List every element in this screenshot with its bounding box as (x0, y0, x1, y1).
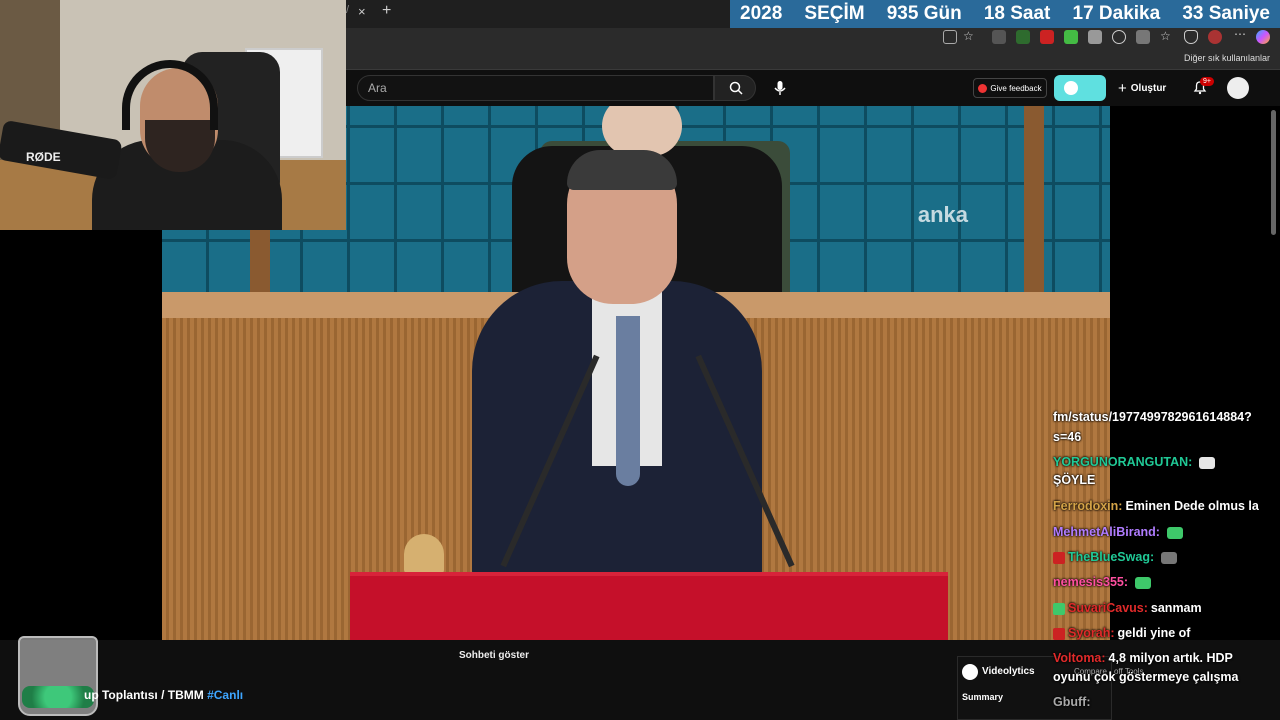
chat-message: MehmetAliBirand: (1053, 525, 1183, 539)
chat-message: TheBlueSwag: (1053, 550, 1178, 564)
extension-icon[interactable] (1064, 30, 1078, 44)
chat-username[interactable]: Voltoma: (1053, 651, 1106, 665)
chat-message: Voltoma: 4,8 milyon artık. HDP (1053, 651, 1233, 665)
chat-message: oyunu çok göstermeye çalışma (1053, 670, 1239, 684)
chat-text: geldi yine of (1117, 626, 1191, 640)
extension-toggle-button[interactable] (1054, 75, 1106, 101)
extension-icon[interactable] (1136, 30, 1150, 44)
countdown-days: 935 Gün (886, 3, 962, 24)
notification-count-badge: 9+ (1200, 77, 1214, 86)
chat-text: sanmam (1150, 601, 1202, 615)
refresh-icon[interactable] (1112, 30, 1126, 44)
chat-message: YORGUNORANGUTAN: (1053, 455, 1216, 469)
videolytics-logo-icon (962, 664, 978, 680)
video-bell (404, 534, 444, 574)
search-placeholder: Ara (368, 81, 387, 95)
extension-icon[interactable] (1040, 30, 1054, 44)
search-button[interactable] (714, 75, 756, 101)
chat-message: Gbuff: (1053, 695, 1093, 709)
countdown-minutes: 17 Dakika (1072, 3, 1161, 24)
copilot-icon[interactable] (1256, 30, 1270, 44)
search-input[interactable] (357, 75, 714, 101)
video-title-text: up Toplantısı / TBMM (84, 688, 208, 702)
plus-icon: + (1118, 80, 1127, 97)
chat-message: fm/status/1977499782961614884? (1053, 410, 1252, 424)
video-watermark: anka (917, 202, 968, 227)
feedback-icon (978, 83, 988, 93)
webcam-mic-brand: RØDE (26, 150, 61, 164)
video-title-hashtag[interactable]: #Canlı (207, 688, 243, 702)
chat-message: s=46 (1053, 430, 1081, 444)
give-feedback-button[interactable]: Give feedback (973, 78, 1047, 98)
video-title: up Toplantısı / TBMM #Canlı (84, 688, 243, 702)
video-background-person-head (602, 106, 682, 156)
chat-username[interactable]: Ferrodoxin: (1053, 499, 1122, 513)
tab-title-fragment: / (346, 4, 350, 16)
avatar[interactable] (1227, 77, 1249, 99)
emote-icon (1135, 576, 1152, 589)
countdown-year: 2028 (740, 3, 783, 24)
toggle-knob (1064, 81, 1078, 95)
election-countdown-banner: 2028 SEÇİM 935 Gün 18 Saat 17 Dakika 33 … (730, 0, 1280, 28)
video-letterbox (0, 230, 162, 640)
create-button[interactable]: + Oluştur (1118, 80, 1166, 97)
emote-icon (1199, 456, 1216, 469)
badge-icon (1053, 627, 1065, 640)
countdown-hours: 18 Saat (983, 3, 1051, 24)
feedback-label: Give feedback (990, 83, 1042, 93)
chat-text: ŞÖYLE (1053, 473, 1096, 487)
create-label: Oluştur (1130, 83, 1167, 94)
emote-icon (1166, 526, 1183, 539)
page-scrollbar[interactable] (1271, 110, 1276, 235)
search-icon (729, 81, 743, 95)
shield-icon[interactable] (1184, 30, 1198, 44)
chat-username[interactable]: TheBlueSwag: (1068, 550, 1154, 564)
chat-message: ŞÖYLE (1053, 473, 1095, 487)
chat-username[interactable]: Gbuff: (1053, 695, 1090, 709)
badge-icon (1053, 551, 1065, 564)
chat-username[interactable]: Syorah: (1068, 626, 1115, 640)
badge-icon (1053, 602, 1065, 615)
chat-username[interactable]: SuvariCavus: (1068, 601, 1148, 615)
chat-text: Eminen Dede olmus la (1125, 499, 1259, 513)
extension-icon[interactable] (1088, 30, 1102, 44)
profile-icon[interactable] (1208, 30, 1222, 44)
videolytics-title: Videolytics (982, 666, 1035, 677)
chat-message: nemesis355: (1053, 575, 1152, 589)
video-pillar (1024, 106, 1044, 296)
video-speaker-tie (616, 316, 640, 486)
chat-text: 4,8 milyon artık. HDP (1108, 651, 1233, 665)
chat-username[interactable]: nemesis355: (1053, 575, 1128, 589)
tab-close-icon[interactable]: × (358, 4, 366, 19)
voice-search-button[interactable] (770, 78, 790, 98)
favorites-icon[interactable]: ☆ (1160, 29, 1174, 43)
videolytics-summary-tab[interactable]: Summary (962, 692, 1003, 702)
more-icon[interactable]: ⋯ (1234, 27, 1248, 41)
chat-text: s=46 (1053, 430, 1082, 444)
chat-username[interactable]: YORGUNORANGUTAN: (1053, 455, 1192, 469)
chat-message: Ferrodoxin: Eminen Dede olmus la (1053, 499, 1259, 513)
extension-icon[interactable] (992, 30, 1006, 44)
new-tab-button[interactable]: + (382, 2, 391, 20)
show-chat-button[interactable]: Sohbeti göster (0, 640, 988, 670)
microphone-icon (774, 81, 786, 95)
chat-text: oyunu çok göstermeye çalışma (1053, 670, 1239, 684)
video-speaker-hair (567, 150, 677, 190)
chat-message: SuvariCavus: sanmam (1053, 601, 1202, 615)
star-icon[interactable]: ☆ (963, 29, 977, 43)
countdown-seconds: 33 Saniye (1182, 3, 1270, 24)
extension-icon[interactable] (1016, 30, 1030, 44)
chat-username[interactable]: MehmetAliBirand: (1053, 525, 1160, 539)
webcam-overlay: RØDE (0, 0, 346, 230)
chat-message: Syorah: geldi yine of (1053, 626, 1190, 640)
video-podium (350, 572, 948, 640)
emote-icon (1161, 551, 1178, 564)
chat-text: fm/status/1977499782961614884? (1053, 410, 1252, 424)
other-favorites-link[interactable]: Diğer sık kullanılanlar (1184, 53, 1270, 63)
countdown-label: SEÇİM (804, 3, 865, 24)
grid-icon[interactable] (943, 30, 957, 44)
